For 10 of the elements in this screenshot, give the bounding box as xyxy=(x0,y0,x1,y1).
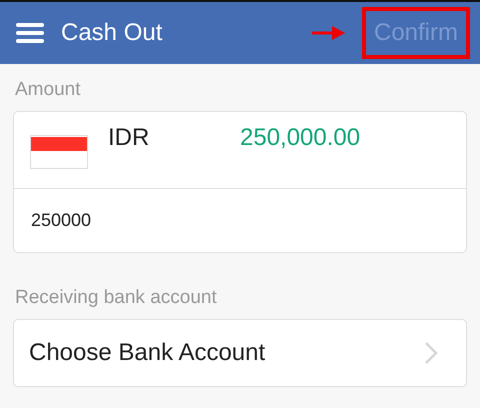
flag-icon xyxy=(30,135,88,169)
section-label: Amount xyxy=(14,78,82,102)
amount-input[interactable]: 250000 xyxy=(13,189,467,253)
converted-amount: 250,000.00 xyxy=(240,124,360,152)
chevron-right-icon xyxy=(424,341,438,365)
menu-icon[interactable] xyxy=(16,22,44,44)
screen-title: Cash Out xyxy=(61,19,162,47)
currency-code: IDR xyxy=(108,124,150,152)
bank-account-selector[interactable]: Choose Bank Account xyxy=(13,319,467,387)
section-label: Receiving bank account xyxy=(14,286,218,310)
